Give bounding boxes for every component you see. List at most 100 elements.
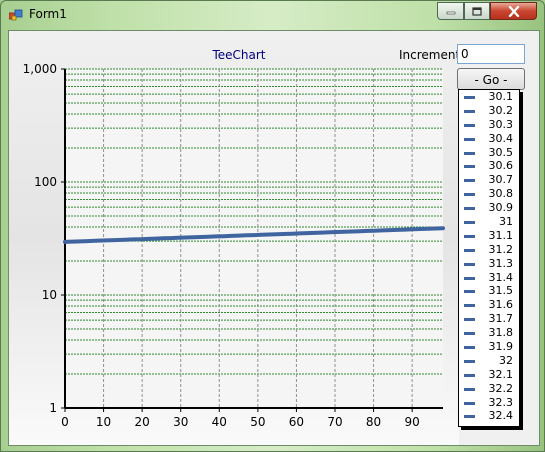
legend-label: 30.8 [488, 187, 514, 201]
legend-label: 31 [499, 215, 513, 229]
legend-item: 31.3 [459, 257, 519, 271]
legend-item: 30.4 [459, 132, 519, 146]
legend-label: 31.1 [488, 228, 514, 242]
legend-label: 31.9 [488, 340, 514, 354]
window-title: Form1 [29, 7, 67, 21]
tee-chart[interactable]: 1 10 100 1,000 0 10 20 30 40 50 60 70 80 90 TeeChart [9, 31, 459, 445]
legend-swatch [464, 401, 475, 405]
legend-label: 30.3 [488, 117, 514, 131]
legend-label: 31.3 [488, 256, 514, 270]
legend-item: 31.8 [459, 326, 519, 340]
y-tick-label: 10 [42, 288, 57, 302]
chart-plot: 1 10 100 1,000 0 10 20 30 40 50 60 70 80 90 TeeChart [23, 48, 445, 429]
x-tick-label: 20 [135, 415, 150, 429]
legend-item: 32.3 [459, 396, 519, 410]
legend-item: 31.7 [459, 312, 519, 326]
minimize-icon [446, 11, 455, 15]
legend-label: 30.1 [488, 90, 514, 103]
x-tick-label: 60 [289, 415, 304, 429]
legend-label: 30.6 [488, 159, 514, 173]
legend-swatch [464, 359, 475, 363]
legend-swatch [464, 137, 475, 141]
legend-label: 30.5 [488, 145, 514, 159]
legend-swatch [464, 234, 475, 238]
legend-label: 31.4 [488, 270, 514, 284]
legend-item: 30.1 [459, 90, 519, 104]
x-tick-label: 0 [61, 415, 69, 429]
legend-label: 31.2 [488, 242, 514, 256]
legend-swatch [464, 290, 475, 294]
legend-label: 30.9 [488, 201, 514, 215]
close-button[interactable] [490, 2, 537, 20]
legend-item: 31 [459, 215, 519, 229]
legend-item: 31.5 [459, 284, 519, 298]
legend-item: 32.2 [459, 382, 519, 396]
legend-swatch [464, 304, 475, 308]
legend-swatch [464, 221, 475, 225]
legend-label: 31.8 [488, 326, 514, 340]
x-tick-label: 40 [212, 415, 227, 429]
legend-swatch [464, 346, 475, 350]
y-tick-label: 1,000 [23, 62, 57, 76]
legend-item: 31.1 [459, 229, 519, 243]
legend-label: 32.2 [488, 381, 514, 395]
x-tick-label: 30 [173, 415, 188, 429]
x-tick-label: 50 [250, 415, 265, 429]
x-tick-label: 90 [405, 415, 420, 429]
legend-swatch [464, 276, 475, 280]
legend-swatch [464, 165, 475, 169]
legend-label: 30.2 [488, 103, 514, 117]
y-tick-label: 100 [34, 175, 57, 189]
legend-item: 31.9 [459, 340, 519, 354]
legend-item: 31.4 [459, 271, 519, 285]
legend-swatch [464, 248, 475, 252]
chart-legend: 30.1 30.2 30.3 30.4 30.5 30.6 30.7 30.8 30.9 31 31… [458, 89, 520, 427]
legend-item: 31.6 [459, 298, 519, 312]
maximize-icon [472, 6, 482, 16]
legend-swatch [464, 109, 475, 113]
legend-swatch [464, 415, 475, 419]
legend-item: 32.1 [459, 368, 519, 382]
legend-swatch [464, 373, 475, 377]
chart-title: TeeChart [211, 48, 265, 62]
x-tick-label: 10 [96, 415, 111, 429]
form-app-icon [9, 9, 23, 21]
x-tick-label: 70 [327, 415, 342, 429]
legend-label: 30.4 [488, 131, 514, 145]
legend-swatch [464, 193, 475, 197]
legend-item: 30.6 [459, 159, 519, 173]
legend-label: 32.1 [488, 367, 514, 381]
go-button[interactable]: - Go - [457, 68, 525, 90]
form-client-area: 1 10 100 1,000 0 10 20 30 40 50 60 70 80 90 TeeChart I… [8, 30, 540, 446]
legend-item: 30.5 [459, 146, 519, 160]
legend-item: 30.2 [459, 104, 519, 118]
legend-swatch [464, 387, 475, 391]
maximize-button[interactable] [464, 2, 490, 20]
x-tick-label: 80 [366, 415, 381, 429]
legend-swatch [464, 318, 475, 322]
increment-label: Increment [399, 48, 461, 62]
increment-input[interactable] [457, 44, 525, 64]
legend-item: 30.3 [459, 118, 519, 132]
legend-label: 31.5 [488, 284, 514, 298]
legend-label: 32 [499, 353, 513, 367]
legend-swatch [464, 332, 475, 336]
legend-label: 32.4 [488, 409, 514, 423]
legend-swatch [464, 123, 475, 127]
close-icon [508, 5, 519, 17]
legend-swatch [464, 262, 475, 266]
legend-item: 30.7 [459, 173, 519, 187]
minimize-button[interactable] [437, 2, 464, 20]
legend-label: 32.3 [488, 395, 514, 409]
legend-label: 31.7 [488, 312, 514, 326]
legend-swatch [464, 207, 475, 211]
legend-swatch [464, 179, 475, 183]
legend-swatch [464, 151, 475, 155]
legend-item: 30.8 [459, 187, 519, 201]
legend-swatch [464, 96, 475, 99]
legend-label: 30.7 [488, 173, 514, 187]
legend-item: 32.4 [459, 409, 519, 423]
title-bar[interactable]: Form1 [1, 1, 544, 29]
app-window: Form1 1 10 100 1,000 0 10 20 30 40 50 60 70 80 90 TeeC… [0, 0, 545, 452]
legend-item: 30.9 [459, 201, 519, 215]
